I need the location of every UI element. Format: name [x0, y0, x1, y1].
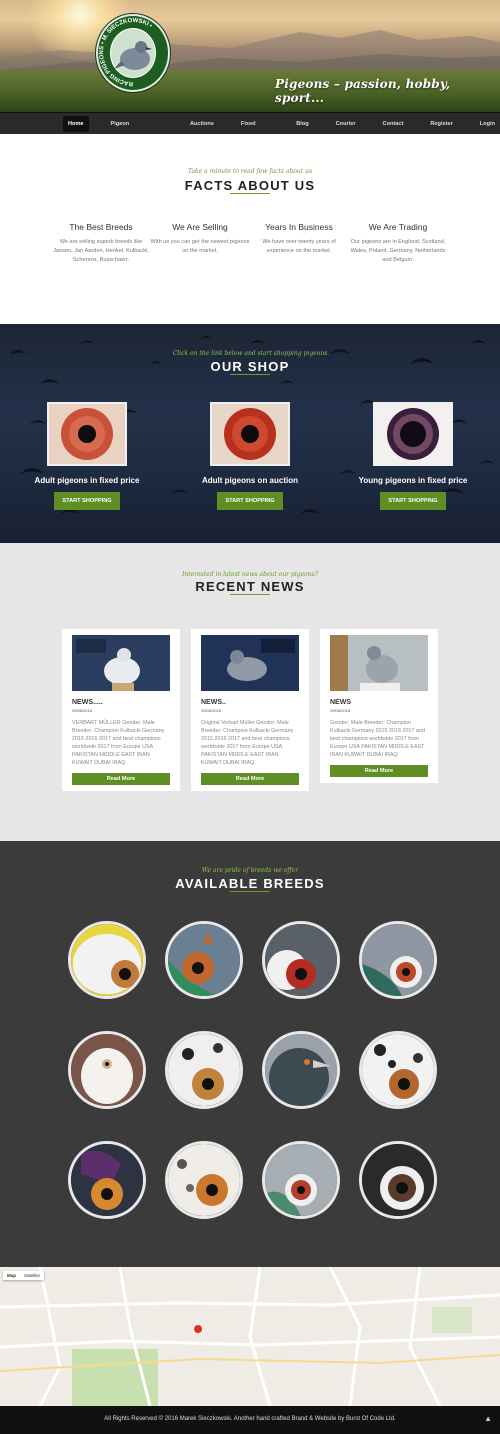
fact-heading: We Are Trading: [368, 222, 428, 232]
nav-home[interactable]: Home: [63, 116, 89, 132]
scroll-to-top-icon[interactable]: ▲: [484, 1414, 492, 1423]
breed-image[interactable]: [262, 921, 340, 999]
start-shopping-button[interactable]: START SHOPPING: [54, 492, 120, 510]
breed-image[interactable]: [359, 1031, 437, 1109]
breed-image[interactable]: [165, 921, 243, 999]
nav-courier[interactable]: Courier: [331, 116, 361, 132]
nav-register[interactable]: Register: [425, 116, 457, 132]
pigeon-eye-image[interactable]: [210, 402, 290, 466]
google-map[interactable]: Map Satellite: [0, 1267, 500, 1406]
start-shopping-button[interactable]: START SHOPPING: [380, 492, 446, 510]
news-card-text: Gender: Male Breeder: Champion Kulbacki …: [330, 720, 426, 758]
breeds-subtitle: We are pride of breeds we offer: [201, 867, 299, 874]
news-subtitle: Interested in latest news about our pige…: [182, 571, 318, 578]
news-card-date: 29/06/2018: [330, 708, 351, 713]
footer-copyright: All Rights Reserved © 2016 Marek Sieczko…: [104, 1416, 396, 1422]
nav-auctions[interactable]: Auctions: [185, 116, 219, 132]
fact-text: With us you can get the newest pigeons o…: [150, 239, 250, 254]
site-logo[interactable]: RACING PIGEONS • M. SIECZKOWSKI •: [96, 14, 170, 92]
map-type-toggle: Map Satellite: [3, 1271, 45, 1280]
fact-text: We have over twenty years of experience …: [262, 239, 336, 254]
nav-login[interactable]: Login: [475, 116, 500, 132]
breeds-underline: [230, 891, 270, 892]
shop-section: Click on the link below and start shoppi…: [0, 324, 500, 543]
read-more-button[interactable]: Read More: [72, 773, 170, 785]
map-roads: [0, 1267, 500, 1406]
map-tab-map[interactable]: Map: [3, 1271, 20, 1280]
news-card: NEWS..... 29/06/2018 VERBART MÜLLER Gend…: [62, 629, 180, 791]
facts-subtitle: Take a minute to read few facts about us: [187, 168, 313, 175]
shop-title: OUR SHOP: [210, 359, 290, 374]
fact-text: Our pigeons are in England, Scotland, Wa…: [350, 239, 446, 263]
fact-item: We Are Trading Our pigeons are in Englan…: [348, 222, 448, 265]
facts-underline: [230, 193, 270, 194]
shop-subtitle: Click on the link below and start shoppi…: [172, 350, 328, 357]
nav-contact[interactable]: Contact: [378, 116, 409, 132]
shop-item-fixed-young: Young pigeons in fixed price START SHOPP…: [333, 402, 493, 510]
news-title: RECENT NEWS: [195, 579, 305, 594]
shop-item-fixed-adult: Adult pigeons in fixed price START SHOPP…: [7, 402, 167, 510]
nav-pigeon-supplements[interactable]: Pigeon Supplements: [106, 116, 168, 143]
facts-section: Take a minute to read few facts about us…: [0, 134, 500, 324]
news-card-date: 29/06/2018: [201, 708, 222, 713]
news-card-title[interactable]: NEWS.....: [72, 699, 170, 706]
news-card-date: 29/06/2018: [72, 708, 93, 713]
news-card: NEWS 29/06/2018 Gender: Male Breeder: Ch…: [320, 629, 438, 783]
breed-image[interactable]: [359, 921, 437, 999]
news-card: NEWS.. 29/06/2018 Original Verbart Mülle…: [191, 629, 309, 791]
breed-image[interactable]: [165, 1031, 243, 1109]
pigeon-eye-image[interactable]: [47, 402, 127, 466]
shop-item-auction-adult: Adult pigeons on auction START SHOPPING: [170, 402, 330, 510]
fact-item: Years In Business We have over twenty ye…: [249, 222, 349, 256]
site-footer: All Rights Reserved © 2016 Marek Sieczko…: [0, 1406, 500, 1434]
map-tab-satellite[interactable]: Satellite: [20, 1271, 44, 1280]
breeds-title: AVAILABLE BREEDS: [175, 876, 325, 891]
news-section: Interested in latest news about our pige…: [0, 543, 500, 841]
breeds-section: We are pride of breeds we offer AVAILABL…: [0, 841, 500, 1267]
news-underline: [230, 594, 270, 595]
read-more-button[interactable]: Read More: [201, 773, 299, 785]
news-card-title[interactable]: NEWS..: [201, 699, 299, 706]
news-pigeon-image[interactable]: [72, 635, 170, 691]
facts-title: FACTS ABOUT US: [184, 178, 316, 193]
breed-image[interactable]: [68, 1141, 146, 1219]
breed-image[interactable]: [68, 921, 146, 999]
fact-heading: We Are Selling: [172, 222, 228, 232]
news-card-text: VERBART MÜLLER Gender: Male Breeder: Cha…: [72, 720, 165, 766]
news-card-title[interactable]: NEWS: [330, 699, 428, 706]
breed-image[interactable]: [262, 1031, 340, 1109]
svg-text:RACING PIGEONS • M. SIECZKOWSK: RACING PIGEONS • M. SIECZKOWSKI •: [99, 18, 153, 86]
breed-image[interactable]: [262, 1141, 340, 1219]
hero-banner: RACING PIGEONS • M. SIECZKOWSKI • Pigeon…: [0, 0, 500, 112]
logo-ring-text: RACING PIGEONS • M. SIECZKOWSKI •: [99, 18, 153, 86]
news-pigeon-image[interactable]: [330, 635, 428, 691]
breed-image[interactable]: [165, 1141, 243, 1219]
fact-heading: The Best Breeds: [69, 222, 133, 232]
start-shopping-button[interactable]: START SHOPPING: [217, 492, 283, 510]
news-card-text: Original Verbart Müller Gender: Male Bre…: [201, 720, 294, 766]
shop-underline: [230, 374, 270, 375]
news-pigeon-image[interactable]: [201, 635, 299, 691]
fact-text: We are selling superb breeds like Jansen…: [53, 239, 149, 263]
pigeon-eye-image[interactable]: [373, 402, 453, 466]
breed-image[interactable]: [68, 1031, 146, 1109]
nav-blog[interactable]: Blog: [291, 116, 313, 132]
read-more-button[interactable]: Read More: [330, 765, 428, 777]
fact-heading: Years In Business: [265, 222, 333, 232]
shop-item-heading: Adult pigeons on auction: [202, 476, 298, 485]
main-navigation: Home Pigeon Supplements Auctions Fixed P…: [0, 112, 500, 143]
hero-tagline: Pigeons – passion, hobby, sport...: [275, 77, 451, 105]
shop-item-heading: Adult pigeons in fixed price: [34, 476, 140, 485]
nav-fixed-price[interactable]: Fixed Price: [236, 116, 274, 143]
breed-image[interactable]: [359, 1141, 437, 1219]
shop-item-heading: Young pigeons in fixed price: [358, 476, 468, 485]
fact-item: The Best Breeds We are selling superb br…: [51, 222, 151, 265]
fact-item: We Are Selling With us you can get the n…: [150, 222, 250, 256]
